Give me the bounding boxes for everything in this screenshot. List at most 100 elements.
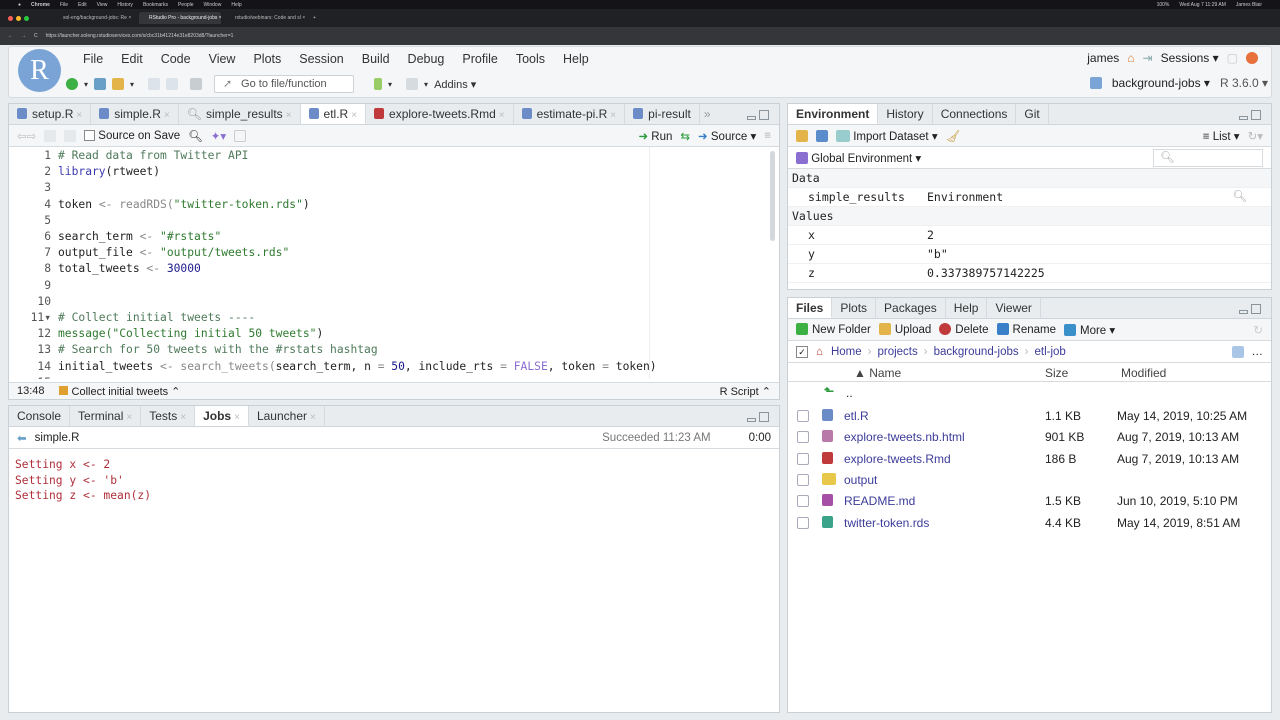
sessions-menu[interactable]: Sessions ▾	[1161, 51, 1219, 65]
load-workspace-icon[interactable]	[796, 129, 808, 142]
browser-tab[interactable]: rstudio/webinars: Code and sl ×	[225, 12, 307, 24]
new-session-icon[interactable]: ▢	[1227, 51, 1238, 65]
menu-help[interactable]: Help	[554, 50, 598, 68]
source-button[interactable]: ➜ Source ▾	[698, 129, 756, 143]
close-tab-icon[interactable]: ×	[286, 110, 292, 121]
rename-button[interactable]: Rename	[996, 323, 1056, 336]
editor-scrollbar[interactable]	[770, 151, 775, 241]
pane-minmax[interactable]	[1239, 303, 1263, 314]
new-folder-button[interactable]: New Folder	[796, 323, 871, 336]
source-on-save-checkbox[interactable]: Source on Save	[84, 130, 180, 142]
os-menu-item[interactable]: Help	[231, 2, 241, 8]
file-row[interactable]: explore-tweets.Rmd 186 B Aug 7, 2019, 10:1…	[788, 449, 1271, 470]
column-name[interactable]: ▲ Name	[854, 366, 901, 380]
new-project-icon[interactable]	[94, 78, 107, 90]
file-row[interactable]: output	[788, 470, 1271, 491]
close-tab-icon[interactable]: ×	[164, 110, 170, 121]
os-user[interactable]: James Blair	[1236, 2, 1262, 8]
save-all-icon[interactable]	[166, 78, 179, 90]
browser-tab-active[interactable]: RStudio Pro - background-jobs ×	[139, 12, 221, 24]
outline-icon[interactable]: ≡	[764, 130, 771, 142]
zoom-window-icon[interactable]	[24, 15, 29, 21]
pane-layout-icon[interactable]	[406, 78, 419, 90]
os-menu-item[interactable]: File	[60, 2, 68, 8]
file-checkbox[interactable]	[797, 410, 809, 422]
back-forward-icon[interactable]: ⇦⇨	[17, 129, 36, 143]
new-tab-button[interactable]: +	[313, 15, 316, 21]
environment-row[interactable]: simple_results Environment 🔍︎	[788, 188, 1271, 207]
refresh-icon[interactable]: ↻	[1253, 323, 1263, 337]
tab-environment[interactable]: Environment	[788, 104, 879, 124]
save-icon[interactable]	[64, 129, 77, 142]
environment-row[interactable]: y "b"	[788, 245, 1271, 264]
more-options-icon[interactable]: …	[1252, 346, 1264, 358]
file-checkbox[interactable]	[797, 495, 809, 508]
os-menu-item[interactable]: Window	[204, 2, 222, 8]
rerun-icon[interactable]: ⇆	[680, 129, 690, 143]
upload-button[interactable]: Upload	[878, 323, 931, 336]
minimize-window-icon[interactable]	[16, 15, 21, 21]
browser-tab[interactable]: sol-eng/background-jobs: Re ×	[53, 12, 135, 24]
tab-explore-tweets-rmd[interactable]: explore-tweets.Rmd ×	[366, 104, 514, 124]
tab-history[interactable]: History	[878, 104, 933, 124]
tab-connections[interactable]: Connections	[933, 104, 1017, 124]
breadcrumb-item[interactable]: projects	[877, 346, 917, 358]
file-row[interactable]: explore-tweets.nb.html 901 KB Aug 7, 2019,…	[788, 427, 1271, 448]
file-name-link[interactable]: README.md	[844, 494, 915, 508]
tab-viewer[interactable]: Viewer	[987, 298, 1041, 318]
tab-jobs[interactable]: Jobs ×	[195, 406, 249, 426]
close-tab-icon[interactable]: ×	[310, 412, 316, 423]
filetype-menu[interactable]: R Script ⌃	[720, 385, 771, 398]
apple-icon[interactable]: ●	[18, 2, 21, 8]
tab-etl-r[interactable]: etl.R ×	[300, 104, 367, 124]
close-tab-icon[interactable]: ×	[234, 412, 240, 423]
pane-minmax[interactable]	[1239, 109, 1263, 120]
print-icon[interactable]	[190, 78, 203, 90]
file-name-link[interactable]: output	[844, 473, 877, 487]
menu-file[interactable]: File	[74, 50, 112, 68]
breadcrumb-item[interactable]: Home	[831, 346, 862, 358]
tab-setup-r[interactable]: setup.R ×	[9, 104, 92, 124]
open-file-icon[interactable]	[112, 78, 125, 90]
power-icon[interactable]	[1246, 52, 1258, 64]
vcs-icon[interactable]	[374, 78, 383, 90]
new-file-icon[interactable]	[66, 78, 78, 90]
file-checkbox[interactable]	[797, 516, 809, 529]
run-button[interactable]: ➜ Run	[638, 129, 672, 143]
environment-search-input[interactable]: 🔍︎	[1153, 148, 1263, 167]
close-tab-icon[interactable]: ×	[76, 110, 82, 121]
forward-icon[interactable]: →	[21, 33, 26, 39]
close-window-icon[interactable]	[8, 15, 13, 21]
file-checkbox[interactable]	[797, 431, 809, 444]
more-tabs-icon[interactable]: »	[700, 104, 715, 124]
compile-report-icon[interactable]	[234, 129, 247, 142]
tab-packages[interactable]: Packages	[876, 298, 946, 318]
close-tab-icon[interactable]: ×	[126, 412, 132, 423]
close-tab-icon[interactable]: ×	[351, 110, 357, 121]
project-icon[interactable]	[1231, 345, 1244, 358]
environment-row[interactable]: x2	[788, 226, 1271, 245]
os-menu-item[interactable]: View	[97, 2, 108, 8]
view-mode-menu[interactable]: ≡ List ▾	[1203, 129, 1240, 143]
tab-git[interactable]: Git	[1016, 104, 1049, 124]
tab-terminal[interactable]: Terminal ×	[70, 406, 142, 426]
file-name-link[interactable]: twitter-token.rds	[844, 516, 929, 530]
signout-icon[interactable]: ⇥	[1143, 51, 1153, 65]
delete-button[interactable]: Delete	[939, 323, 989, 336]
project-menu[interactable]: background-jobs ▾	[1112, 76, 1210, 90]
tab-launcher[interactable]: Launcher ×	[249, 406, 325, 426]
environment-row[interactable]: z 0.337389757142225	[788, 264, 1271, 283]
menu-session[interactable]: Session	[290, 50, 352, 68]
home-icon[interactable]: ⌂	[1127, 51, 1134, 65]
pane-minmax[interactable]	[747, 411, 771, 422]
back-to-jobs-icon[interactable]: ⬅	[17, 431, 27, 445]
close-tab-icon[interactable]: ×	[180, 412, 186, 423]
url-bar[interactable]: https://launcher.soleng.rstudioservices.…	[46, 33, 234, 39]
file-checkbox[interactable]	[797, 473, 809, 486]
save-workspace-icon[interactable]	[816, 129, 828, 142]
tab-files[interactable]: Files	[788, 298, 833, 318]
file-name-link[interactable]: explore-tweets.nb.html	[844, 430, 965, 444]
refresh-icon[interactable]: ↻▾	[1248, 129, 1263, 143]
show-in-window-icon[interactable]	[44, 129, 57, 142]
os-menu-item[interactable]: History	[117, 2, 133, 8]
